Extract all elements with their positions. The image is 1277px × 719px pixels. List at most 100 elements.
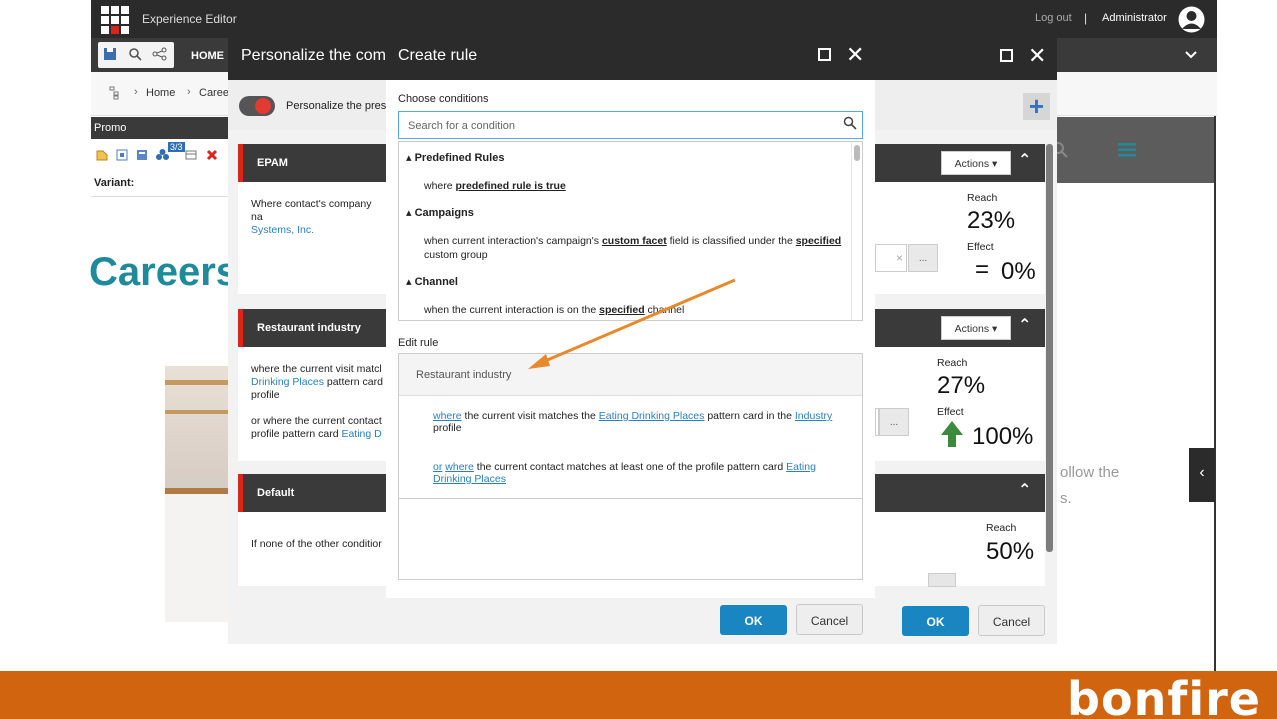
avatar-icon[interactable] — [1178, 6, 1205, 33]
condition-group[interactable]: ▴ Predefined Rules — [406, 151, 504, 164]
rule-condition-text: profile pattern card — [251, 428, 342, 440]
tree-icon[interactable] — [109, 86, 119, 100]
content-field[interactable]: × — [875, 244, 907, 272]
condition-group[interactable]: ▴ Campaigns — [406, 206, 474, 219]
collapse-panel-button[interactable]: ‹ — [1189, 448, 1215, 502]
rule-card: Default If none of the other conditior — [238, 474, 386, 586]
rule-text: the current visit matches the — [461, 410, 599, 422]
rule-condition-link[interactable]: Systems, Inc. — [251, 224, 314, 236]
chevron-down-icon[interactable] — [1185, 50, 1197, 60]
actions-dropdown[interactable]: Actions ▾ — [941, 151, 1011, 175]
component-toolbar: 3/3 Variant: — [91, 139, 231, 197]
effect-up-icon — [941, 421, 963, 435]
page-body-text: ollow the — [1060, 464, 1120, 481]
search-icon[interactable] — [128, 47, 142, 61]
rule-body: where the current visit matches the Eati… — [399, 396, 862, 499]
actions-dropdown[interactable]: Actions ▾ — [941, 316, 1011, 340]
divider — [1214, 116, 1216, 672]
maximize-icon[interactable] — [1000, 49, 1013, 62]
kitchen-image — [165, 366, 230, 622]
rule-keyword-where[interactable]: where — [433, 410, 462, 422]
rule-card: Restaurant industry where the current vi… — [238, 309, 386, 461]
scrollbar-track[interactable] — [851, 142, 862, 320]
rule-keyword-where[interactable]: where — [445, 461, 474, 473]
collapse-icon[interactable]: ⌃ — [1018, 480, 1031, 500]
reach-value: 23% — [967, 207, 1016, 234]
delete-icon[interactable] — [205, 148, 219, 162]
rule-condition-text: Where contact's company na — [251, 198, 372, 223]
ok-button[interactable]: OK — [902, 606, 969, 636]
effect-label: Effect — [967, 241, 994, 253]
variant-label: Variant: — [94, 177, 135, 189]
rule-name[interactable]: Restaurant industry — [238, 309, 386, 347]
condition-search-input[interactable]: Search for a condition — [398, 111, 863, 139]
ok-button[interactable]: OK — [720, 605, 787, 635]
close-icon[interactable]: ✕ — [846, 42, 864, 68]
tab-home[interactable]: HOME — [191, 50, 224, 62]
rule-name[interactable]: Default — [238, 474, 386, 512]
cancel-button[interactable]: Cancel — [796, 604, 863, 635]
menu-icon[interactable] — [1118, 143, 1136, 157]
rule-condition-link[interactable]: Drinking Places — [251, 376, 324, 388]
effect-value: 0% — [1001, 258, 1036, 285]
browse-button[interactable]: ... — [908, 244, 938, 272]
personalize-toggle[interactable] — [239, 96, 275, 116]
rule-text: pattern card in the — [704, 410, 795, 422]
rule-name[interactable]: EPAM — [238, 144, 386, 182]
rule-keyword-or[interactable]: or — [433, 461, 442, 473]
browse-button[interactable]: ... — [879, 408, 909, 436]
dialog-header: Create rule ✕ — [386, 38, 875, 80]
profile-link[interactable]: Industry — [795, 410, 832, 422]
sitecore-launchpad-icon[interactable] — [101, 6, 129, 34]
save-icon[interactable] — [103, 47, 117, 61]
reach-label: Reach — [937, 357, 968, 369]
breadcrumb-home[interactable]: Home — [146, 87, 175, 99]
dialog-title: Create rule — [398, 47, 478, 64]
rule-editor: Restaurant industry where the current vi… — [398, 353, 863, 580]
condition-item[interactable]: where predefined rule is true — [424, 179, 854, 193]
top-bar: Experience Editor Log out | Administrato… — [91, 0, 1217, 38]
maximize-icon[interactable] — [818, 48, 831, 61]
collapse-icon[interactable]: ⌃ — [1018, 315, 1031, 335]
rule-condition-text: where the current visit matcl — [251, 363, 382, 375]
cancel-button[interactable]: Cancel — [978, 605, 1045, 636]
page-heading: Careers — [89, 250, 239, 294]
select-icon[interactable] — [115, 148, 129, 162]
scrollbar[interactable] — [1046, 144, 1053, 552]
rule-text: profile — [433, 422, 462, 434]
edit-rule-label: Edit rule — [398, 337, 439, 349]
rule-condition-link[interactable]: Eating D — [341, 428, 381, 440]
rule-condition-text: pattern card — [323, 376, 383, 388]
content-field[interactable] — [928, 573, 956, 587]
search-placeholder: Search for a condition — [408, 120, 516, 132]
reach-value: 50% — [986, 538, 1035, 565]
layout-icon[interactable] — [184, 148, 198, 162]
choose-conditions-label: Choose conditions — [398, 93, 489, 105]
add-rule-button[interactable]: + — [1023, 93, 1050, 120]
close-icon[interactable]: ✕ — [1028, 43, 1046, 69]
pattern-card-link[interactable]: Eating Drinking Places — [599, 410, 705, 422]
user-name[interactable]: Administrator — [1102, 12, 1167, 24]
condition-item[interactable]: when current interaction's campaign's cu… — [424, 234, 854, 262]
rule-stats: Actions ▾ ⌃ Reach 27% Effect 100% — [875, 309, 1045, 461]
site-header-strip — [1052, 117, 1215, 183]
breadcrumb-current[interactable]: Caree — [199, 87, 229, 99]
condition-group[interactable]: ▴ Channel — [406, 275, 458, 288]
insert-icon[interactable] — [95, 148, 109, 162]
reach-label: Reach — [967, 192, 998, 204]
collapse-icon[interactable]: ⌃ — [1018, 150, 1031, 170]
effect-sign: = — [975, 256, 990, 283]
rule-condition-text: or where the current contact — [251, 415, 382, 427]
scrollbar-thumb[interactable] — [854, 145, 860, 161]
bonfire-logo: bonfire — [1067, 672, 1261, 719]
logout-link[interactable]: Log out — [1035, 12, 1072, 24]
search-icon[interactable] — [843, 116, 857, 130]
reach-value: 27% — [937, 372, 986, 399]
rule-condition-text: profile — [251, 389, 280, 401]
dialog-title: Personalize the comp — [241, 47, 395, 64]
rule-stats: ⌃ Reach 50% — [875, 474, 1045, 586]
reach-label: Reach — [986, 522, 1017, 534]
brand-footer: bonfire — [0, 671, 1277, 719]
share-icon[interactable] — [152, 47, 168, 61]
edit-icon[interactable] — [135, 148, 149, 162]
